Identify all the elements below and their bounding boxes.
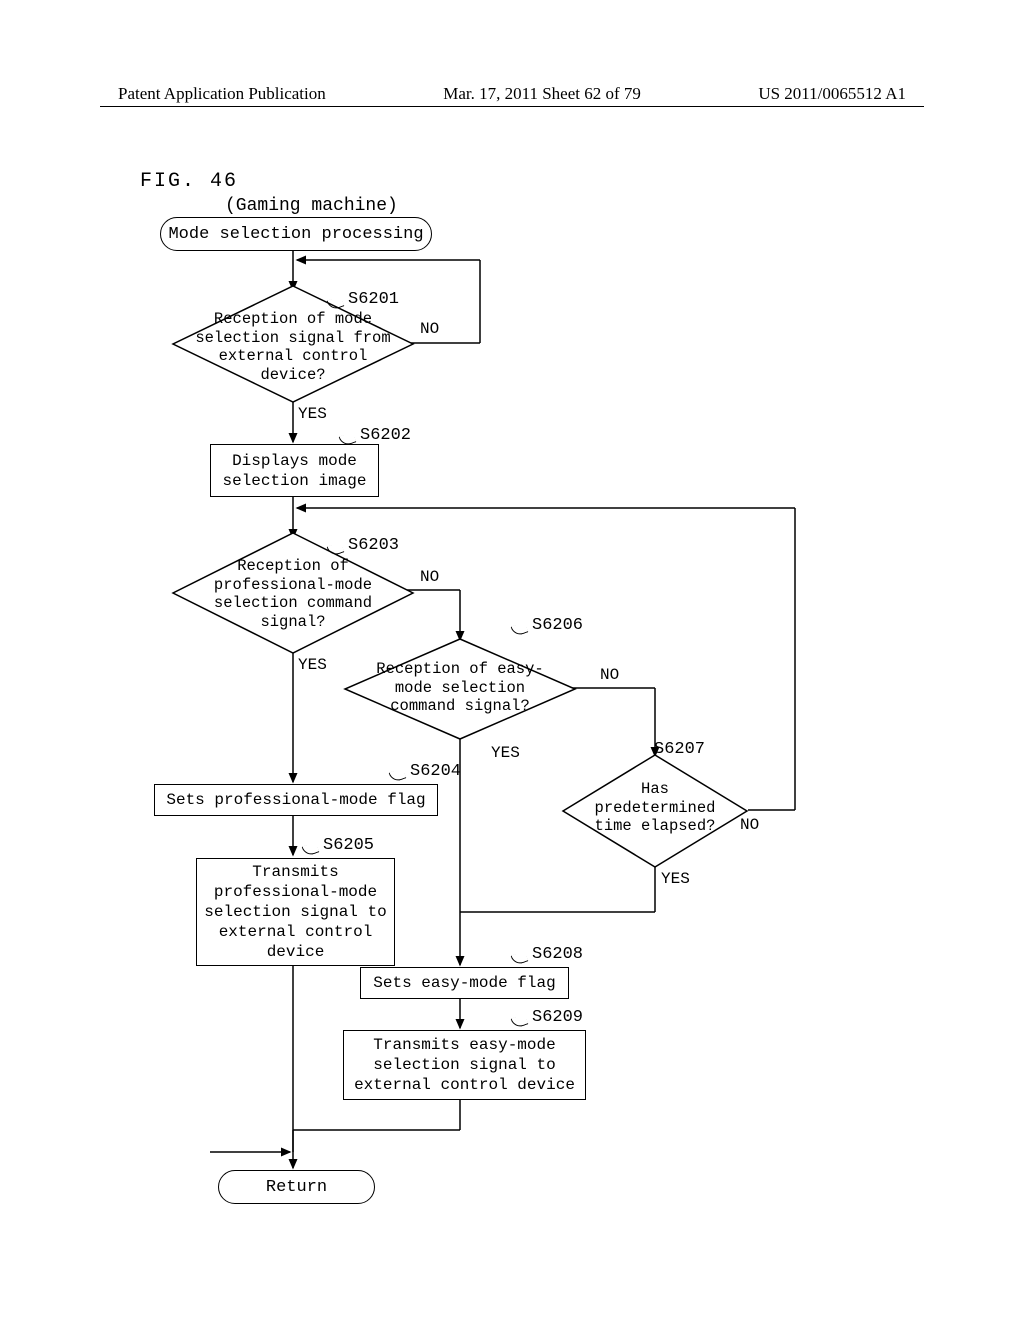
process-s6205: Transmits professional-mode selection si…: [196, 858, 395, 966]
step-id-s6207: S6207: [654, 740, 705, 759]
arc-icon: [511, 951, 529, 966]
process-s6204: Sets professional-mode flag: [154, 784, 438, 816]
decision-s6206: [342, 636, 578, 742]
yes-s6201: YES: [298, 405, 327, 423]
process-s6209: Transmits easy-mode selection signal to …: [343, 1030, 586, 1100]
header-center: Mar. 17, 2011 Sheet 62 of 79: [443, 84, 641, 104]
return-terminator: Return: [218, 1170, 375, 1204]
step-id-s6202: S6202: [360, 426, 411, 445]
page-header: Patent Application Publication Mar. 17, …: [0, 84, 1024, 104]
arc-icon: [389, 768, 407, 783]
process-s6208: Sets easy-mode flag: [360, 967, 569, 999]
yes-s6203: YES: [298, 656, 327, 674]
arc-icon: [511, 1014, 529, 1029]
step-id-s6201: S6201: [348, 290, 399, 309]
step-id-s6205: S6205: [323, 836, 374, 855]
arc-icon: [511, 622, 529, 637]
step-id-s6209: S6209: [532, 1008, 583, 1027]
yes-s6207: YES: [661, 870, 690, 888]
step-id-s6206: S6206: [532, 616, 583, 635]
start-terminator: Mode selection processing: [160, 217, 432, 251]
step-id-s6204: S6204: [410, 762, 461, 781]
arc-icon: [302, 842, 320, 857]
no-s6206: NO: [600, 666, 619, 684]
step-id-s6208: S6208: [532, 945, 583, 964]
figure-label: FIG. 46: [140, 170, 238, 193]
figure-context: (Gaming machine): [225, 196, 398, 216]
header-left: Patent Application Publication: [118, 84, 326, 104]
header-right: US 2011/0065512 A1: [758, 84, 906, 104]
no-s6201: NO: [420, 320, 439, 338]
no-s6207: NO: [740, 816, 759, 834]
decision-s6207: [560, 752, 750, 870]
yes-s6206: YES: [491, 744, 520, 762]
page: Patent Application Publication Mar. 17, …: [0, 0, 1024, 1320]
no-s6203: NO: [420, 568, 439, 586]
process-s6202: Displays mode selection image: [210, 444, 379, 497]
header-rule: [100, 106, 924, 107]
step-id-s6203: S6203: [348, 536, 399, 555]
